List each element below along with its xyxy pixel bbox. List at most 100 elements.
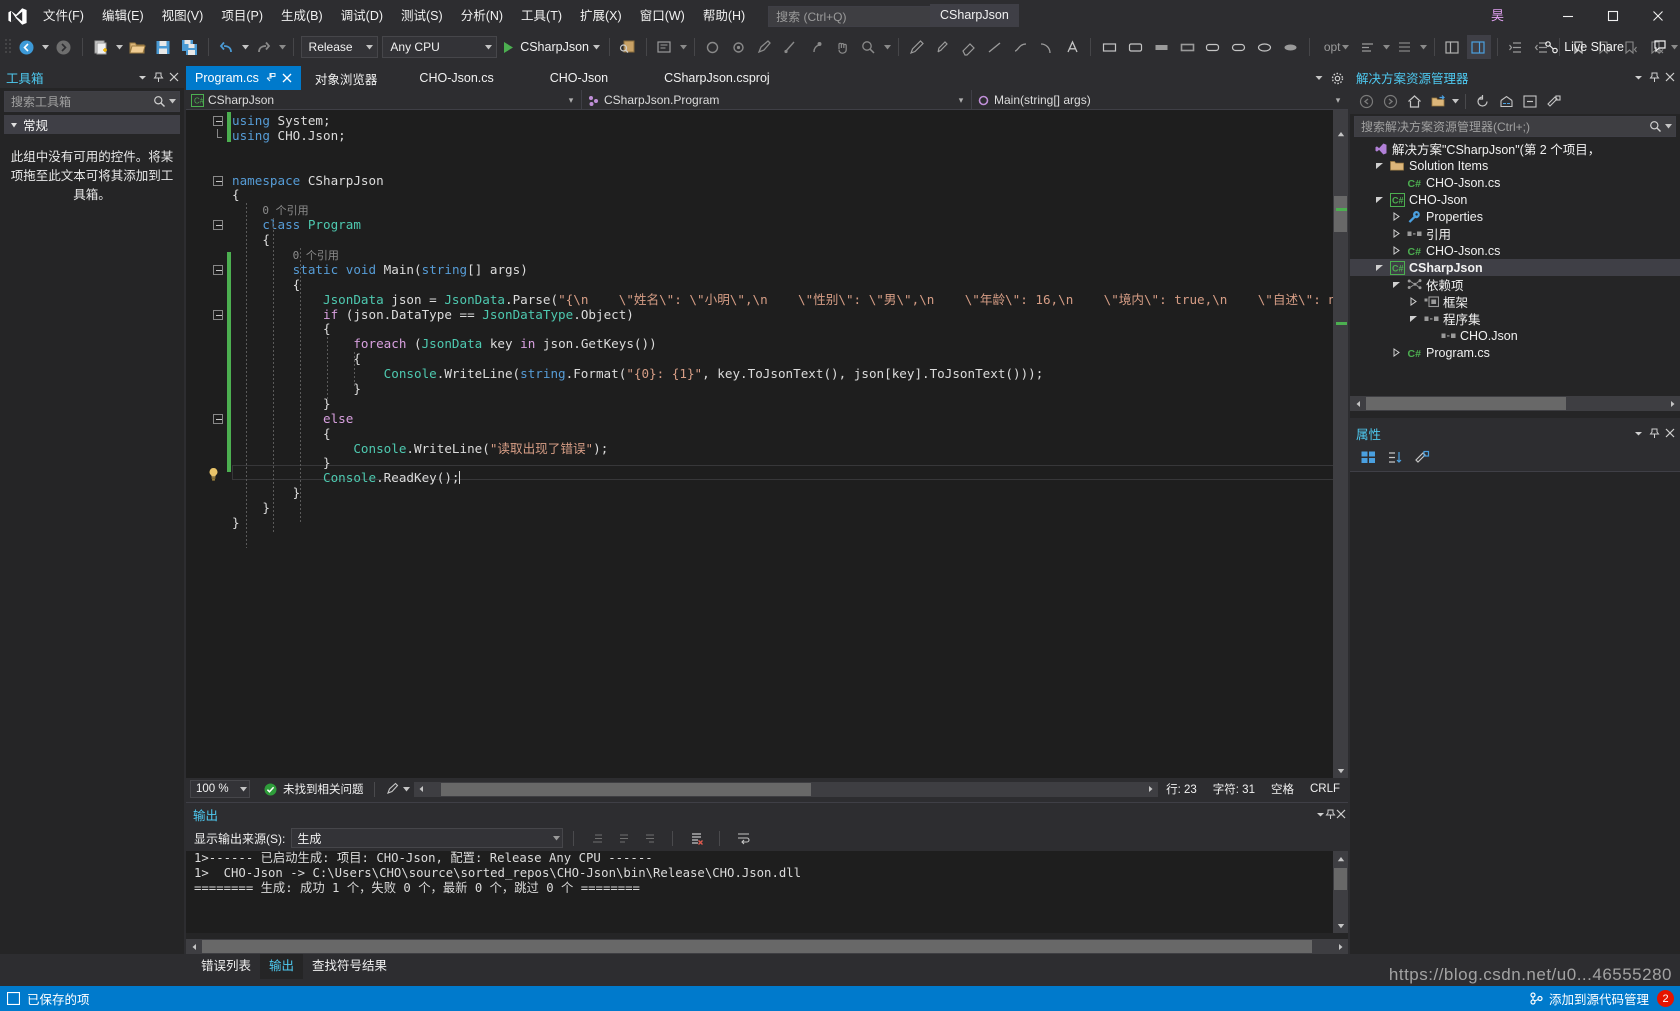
tab-close-icon[interactable] [282, 73, 292, 83]
solution-tree-item[interactable]: C# CHO-Json.cs [1350, 242, 1680, 259]
redo-button[interactable] [252, 35, 276, 59]
tab-error-list[interactable]: 错误列表 [192, 954, 260, 979]
solution-explorer-search-input[interactable]: 搜索解决方案资源管理器(Ctrl+;) [1354, 116, 1676, 137]
tab-cho-json-cs[interactable]: CHO-Json.cs [391, 66, 521, 90]
chevron-right-icon[interactable] [1409, 297, 1422, 306]
output-toggle-word-wrap-button[interactable] [731, 827, 755, 849]
solution-explorer-search-dropdown-icon[interactable] [1665, 124, 1672, 129]
rectangle-tool-button[interactable] [1097, 35, 1121, 59]
menu-edit[interactable]: 编辑(E) [93, 0, 153, 32]
menu-window[interactable]: 窗口(W) [631, 0, 694, 32]
output-horizontal-scrollbar[interactable] [186, 939, 1348, 954]
arc-tool-button[interactable] [1034, 35, 1058, 59]
output-pin-button[interactable] [1325, 809, 1336, 820]
chevron-down-icon[interactable] [1375, 161, 1388, 170]
navbar-type-dropdown[interactable]: CSharpJson.Program ▾ [582, 90, 972, 110]
se-home-button[interactable] [1403, 90, 1425, 112]
hand-tool-button[interactable] [831, 35, 855, 59]
chevron-right-icon[interactable] [1392, 348, 1405, 357]
se-collapse-all-button[interactable] [1519, 90, 1541, 112]
user-account-name[interactable]: 昊 [1491, 0, 1504, 32]
solution-tree-item[interactable]: Properties [1350, 208, 1680, 225]
output-go-to-previous-button[interactable] [611, 827, 635, 849]
output-scroll-thumb[interactable] [1334, 868, 1347, 890]
indent-tool-button[interactable] [1504, 35, 1528, 59]
save-all-button[interactable] [178, 35, 202, 59]
menu-build[interactable]: 生成(B) [272, 0, 332, 32]
outlining-collapse-icon[interactable] [213, 414, 223, 424]
outlining-collapse-icon[interactable] [213, 116, 223, 126]
output-find-message-button[interactable] [585, 827, 609, 849]
zoom-tool-dropdown-icon[interactable] [882, 35, 893, 59]
output-clear-all-button[interactable] [684, 827, 708, 849]
scroll-right-icon[interactable] [1665, 396, 1680, 411]
output-vertical-scrollbar[interactable] [1333, 851, 1348, 933]
tab-program-cs[interactable]: Program.cs [186, 66, 301, 90]
solution-tree-item[interactable]: 引用 [1350, 225, 1680, 242]
solution-tree-item[interactable]: C# CHO-Json [1350, 191, 1680, 208]
pill-tool-button[interactable] [1227, 35, 1251, 59]
output-menu-button[interactable] [1316, 811, 1325, 818]
open-file-button[interactable] [126, 35, 150, 59]
editor-zoom-combo[interactable]: 100 % [190, 780, 250, 798]
curve-tool-button[interactable] [1008, 35, 1032, 59]
chevron-right-icon[interactable] [1392, 229, 1405, 238]
editor-issue-status[interactable]: 未找到相关问题 [264, 781, 364, 797]
step-into-button[interactable] [727, 35, 751, 59]
menu-help[interactable]: 帮助(H) [694, 0, 754, 32]
code-editor[interactable]: using System; using CHO.Json; namespace CS… [186, 110, 1348, 778]
tab-output[interactable]: 输出 [260, 954, 304, 979]
ellipse-tool-button[interactable] [1253, 35, 1277, 59]
solution-explorer-menu-button[interactable] [1630, 68, 1646, 86]
menu-test[interactable]: 测试(S) [392, 0, 452, 32]
se-sync-dropdown-icon[interactable] [1450, 89, 1461, 113]
solution-explorer-hscrollbar[interactable] [1350, 396, 1680, 411]
live-share-button[interactable]: Live Share [1544, 36, 1624, 58]
solution-explorer-toggle-button[interactable] [1441, 35, 1465, 59]
se-forward-button[interactable] [1379, 90, 1401, 112]
align-tool-button[interactable] [1356, 35, 1380, 59]
editor-hscroll-thumb[interactable] [440, 782, 811, 796]
status-bar-source-control-label[interactable]: 添加到源代码管理 [1549, 989, 1657, 1008]
solution-tree-item[interactable]: C# Program.cs [1350, 344, 1680, 361]
minimize-button[interactable] [1545, 0, 1590, 32]
scroll-left-icon[interactable] [414, 782, 429, 797]
line-tool-button[interactable] [982, 35, 1006, 59]
close-button[interactable] [1635, 0, 1680, 32]
solution-explorer-pin-button[interactable] [1646, 68, 1662, 86]
outlining-collapse-icon[interactable] [213, 175, 223, 186]
properties-alphabetical-button[interactable] [1383, 446, 1407, 470]
scroll-up-icon[interactable] [1333, 126, 1348, 141]
start-debug-button[interactable]: CSharpJson [499, 35, 604, 59]
zoom-tool-button[interactable] [857, 35, 881, 59]
chevron-down-icon[interactable] [1375, 263, 1388, 272]
filled-ellipse-tool-button[interactable] [1279, 35, 1303, 59]
toolbox-search-input[interactable]: 搜索工具箱 [4, 91, 180, 112]
chevron-down-icon[interactable] [1392, 280, 1405, 289]
se-refresh-button[interactable] [1471, 90, 1493, 112]
output-text-area[interactable]: 1>------ 已启动生成: 项目: CHO-Json, 配置: Releas… [186, 851, 1348, 933]
outlining-collapse-icon[interactable] [213, 220, 223, 231]
pencil-tool-button[interactable] [905, 35, 929, 59]
editor-marker-icon[interactable] [385, 782, 399, 796]
redo-dropdown-icon[interactable] [277, 35, 288, 59]
navigate-backward-dropdown-icon[interactable] [40, 35, 51, 59]
send-feedback-button[interactable] [1653, 37, 1670, 54]
solution-tree-item[interactable]: C# CHO-Json.cs [1350, 174, 1680, 191]
align-dropdown-icon[interactable] [1381, 35, 1392, 59]
editor-horizontal-scrollbar[interactable] [413, 781, 1159, 797]
tab-cho-json[interactable]: CHO-Json [522, 66, 636, 90]
scroll-left-icon[interactable] [1350, 396, 1365, 411]
chevron-down-icon[interactable] [1409, 314, 1422, 323]
editor-glyph-margin[interactable] [186, 110, 208, 778]
gear-icon[interactable] [1331, 72, 1344, 85]
solution-tree-item[interactable]: 依赖项 [1350, 276, 1680, 293]
editor-outlining-margin[interactable] [212, 110, 226, 778]
toolbox-close-button[interactable] [166, 68, 182, 86]
output-source-combo[interactable]: 生成 [291, 828, 564, 848]
solution-explorer-close-button[interactable] [1662, 68, 1678, 86]
output-hscroll-thumb[interactable] [202, 940, 1312, 953]
menu-analyze[interactable]: 分析(N) [452, 0, 512, 32]
solution-explorer-tree[interactable]: 解决方案"CSharpJson"(第 2 个项目， Solution Items C… [1350, 140, 1680, 394]
source-control-icon[interactable] [1530, 992, 1543, 1005]
